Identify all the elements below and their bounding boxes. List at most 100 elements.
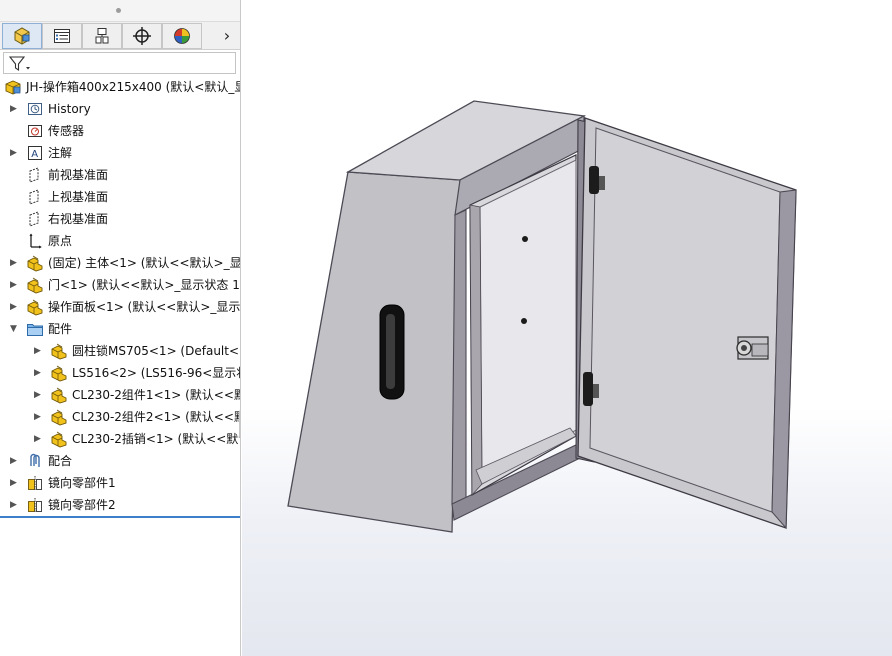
panel-top-strip[interactable] [0,0,240,22]
tree-item-label: 注解 [48,146,73,160]
expand-arrow-icon[interactable]: ▶ [34,433,44,445]
tab-feature-manager[interactable] [2,23,42,49]
tree-item[interactable]: ▶ 镜向零部件2 [0,494,240,516]
expand-arrow-icon[interactable]: ▶ [10,455,20,467]
assembly-tree-icon [14,27,30,45]
tree-item-label: 配合 [48,454,73,468]
plane-icon [29,189,39,205]
tree-item[interactable]: ▶ 镜向零部件1 [0,472,240,494]
tab-configuration-manager[interactable] [82,23,122,49]
part-icon [51,431,67,448]
folder-icon [27,324,43,336]
tree-item-label: 门<1> (默认<<默认>_显示状态 1> [48,278,241,292]
mount-hole [521,318,527,324]
electrical-cabinet-model[interactable] [242,0,892,656]
tree-item[interactable]: 传感器 [0,120,240,142]
tree-root-assembly[interactable]: JH-操作箱400x215x400 (默认<默认_显 [0,76,241,98]
tree-item[interactable]: ▶ 圆柱锁MS705<1> (Default<< [0,340,241,362]
mirror-component-icon [28,498,42,513]
cabinet-side-panel [287,171,461,533]
collapse-arrow-icon[interactable]: ▼ [10,323,20,335]
tree-item-label: (固定) 主体<1> (默认<<默认>_显示 [48,256,241,270]
tree-item[interactable]: ▶ CL230-2插销<1> (默认<<默认 [0,428,241,450]
part-icon [27,277,43,294]
expand-arrow-icon[interactable]: ▶ [10,257,20,269]
tree-item[interactable]: ▶ 操作面板<1> (默认<<默认>_显示状 [0,296,241,318]
collapse-dot-icon[interactable] [116,8,121,13]
feature-manager-panel: › JH-操作箱400x215x400 (默认<默认_显 ▶ History 传感器 ▶… [0,0,241,656]
tree-item-label: 操作面板<1> (默认<<默认>_显示状 [48,300,241,314]
tree-item[interactable]: 原点 [0,230,240,252]
property-list-icon [54,29,70,43]
expand-arrow-icon[interactable]: ▶ [34,345,44,357]
expand-arrow-icon[interactable]: ▶ [10,477,20,489]
tree-item[interactable]: ▶ History [0,98,240,120]
part-icon [51,387,67,404]
tree-item[interactable]: ▼ 配件 [0,318,240,340]
configuration-icon [95,28,109,44]
tree-filter-field[interactable] [3,52,236,74]
tree-item-label: 镜向零部件2 [48,498,116,512]
tree-item-label: 上视基准面 [48,190,109,204]
part-icon [27,299,43,316]
more-tabs-button[interactable]: › [216,25,238,47]
svg-text:A: A [31,149,38,160]
crosshair-target-icon [133,27,151,45]
funnel-filter-icon[interactable] [8,55,32,73]
plane-icon [29,211,39,227]
part-icon [51,365,67,382]
tree-item-label: 右视基准面 [48,212,109,226]
panel-splitter-handle[interactable] [239,410,240,438]
tree-item[interactable]: 右视基准面 [0,208,240,230]
expand-arrow-icon[interactable]: ▶ [34,411,44,423]
tab-property-manager[interactable] [42,23,82,49]
tree-item[interactable]: ▶ CL230-2组件2<1> (默认<<默 [0,406,241,428]
tree-item-label: 镜向零部件1 [48,476,116,490]
tree-item[interactable]: ▶ (固定) 主体<1> (默认<<默认>_显示 [0,252,241,274]
appearance-sphere-icon [174,28,190,44]
tree-item[interactable]: ▶ 配合 [0,450,240,472]
part-icon [51,343,67,360]
expand-arrow-icon[interactable]: ▶ [34,367,44,379]
expand-arrow-icon[interactable]: ▶ [10,103,20,115]
door-hinge [583,372,593,406]
tree-item-label: JH-操作箱400x215x400 (默认<默认_显 [26,80,241,94]
mates-icon [30,453,40,467]
history-icon [28,103,42,115]
tree-item-label: CL230-2插销<1> (默认<<默认 [72,432,241,446]
annotation-icon: A [28,146,42,160]
cylinder-lock[interactable] [736,336,769,360]
tree-item-label: 原点 [48,234,73,248]
sensor-icon [28,125,42,137]
tree-item-label: 圆柱锁MS705<1> (Default<< [72,344,241,358]
root-icon [5,80,21,95]
tree-item-label: 传感器 [48,124,85,138]
tree-item-label: LS516<2> (LS516-96<显示状 [72,366,241,380]
tree-item[interactable]: 上视基准面 [0,186,240,208]
expand-arrow-icon[interactable]: ▶ [10,499,20,511]
mount-hole [522,236,528,242]
tree-item-label: 前视基准面 [48,168,109,182]
expand-arrow-icon[interactable]: ▶ [34,389,44,401]
mirror-component-icon [28,476,42,491]
part-icon [51,409,67,426]
tree-item-label: CL230-2组件2<1> (默认<<默 [72,410,241,424]
tab-dimxpert-manager[interactable] [122,23,162,49]
expand-arrow-icon[interactable]: ▶ [10,279,20,291]
tab-display-manager[interactable] [162,23,202,49]
graphics-viewport[interactable] [242,0,892,656]
tree-item[interactable]: 前视基准面 [0,164,240,186]
manager-tab-bar: › [0,22,240,50]
tree-item[interactable]: ▶ LS516<2> (LS516-96<显示状 [0,362,241,384]
tree-item-label: 配件 [48,322,73,336]
tree-rollback-bar[interactable] [0,516,240,518]
tree-item[interactable]: ▶ 门<1> (默认<<默认>_显示状态 1> [0,274,241,296]
plane-icon [29,167,39,183]
tree-item[interactable]: ▶ A 注解 [0,142,240,164]
tree-item-label: History [48,102,91,116]
tree-item[interactable]: ▶ CL230-2组件1<1> (默认<<默 [0,384,241,406]
expand-arrow-icon[interactable]: ▶ [10,147,20,159]
tree-item-label: CL230-2组件1<1> (默认<<默 [72,388,241,402]
origin-icon [29,233,42,249]
expand-arrow-icon[interactable]: ▶ [10,301,20,313]
